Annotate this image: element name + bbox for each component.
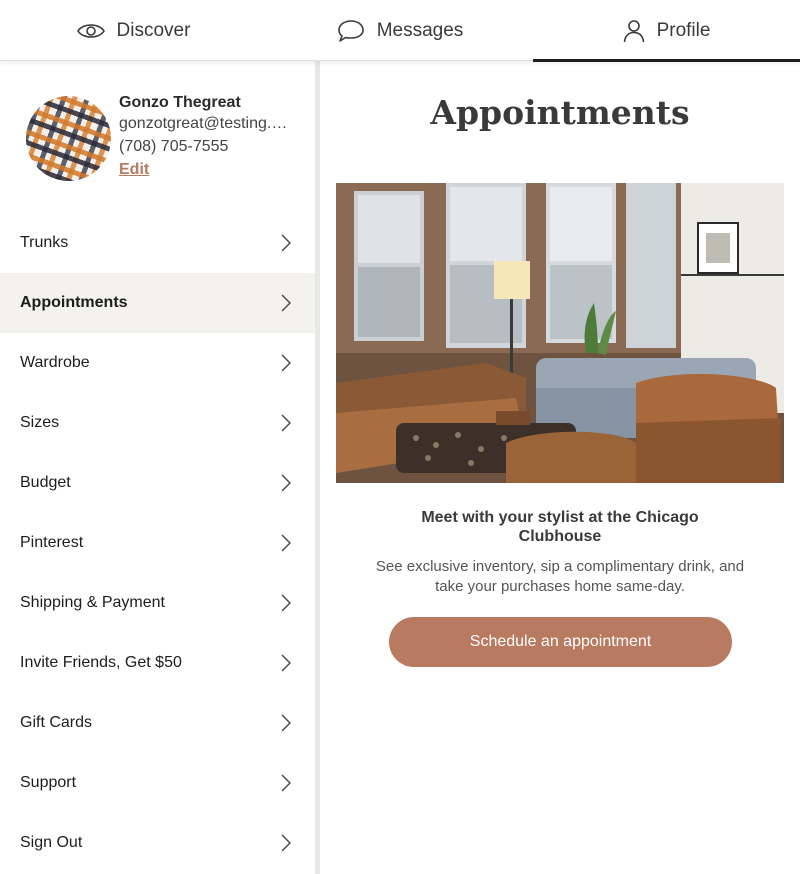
chevron-right-icon — [281, 294, 291, 312]
sidebar-item-gift-cards[interactable]: Gift Cards — [0, 693, 315, 753]
chevron-right-icon — [281, 654, 291, 672]
sidebar-item-wardrobe[interactable]: Wardrobe — [0, 333, 315, 393]
tab-profile[interactable]: Profile — [533, 0, 800, 62]
sidebar-item-label: Sign Out — [20, 834, 83, 851]
tab-discover[interactable]: Discover — [0, 0, 267, 61]
tab-profile-label: Profile — [656, 19, 711, 41]
tab-messages-label: Messages — [376, 19, 464, 41]
sidebar-item-appointments[interactable]: Appointments — [0, 273, 315, 333]
eye-icon — [76, 22, 105, 40]
profile-sidebar: Gonzo Thegreat gonzotgreat@testing.com (… — [0, 61, 315, 874]
chevron-right-icon — [281, 414, 291, 432]
top-navigation: Discover Messages Profile — [0, 0, 800, 62]
profile-summary: Gonzo Thegreat gonzotgreat@testing.com (… — [0, 61, 315, 211]
sidebar-item-label: Wardrobe — [20, 354, 90, 371]
sidebar-item-label: Shipping & Payment — [20, 594, 165, 611]
edit-profile-link[interactable]: Edit — [119, 161, 149, 179]
sidebar-item-label: Trunks — [20, 234, 69, 251]
sidebar-item-sign-out[interactable]: Sign Out — [0, 813, 315, 873]
clubhouse-headline: Meet with your stylist at the Chicago Cl… — [421, 509, 699, 545]
sidebar-item-budget[interactable]: Budget — [0, 453, 315, 513]
clubhouse-description: See exclusive inventory, sip a complimen… — [375, 558, 745, 595]
sidebar-item-label: Support — [20, 774, 77, 791]
chevron-right-icon — [281, 474, 291, 492]
sidebar-item-pinterest[interactable]: Pinterest — [0, 513, 315, 573]
clubhouse-photo — [336, 183, 784, 483]
sidebar-item-support[interactable]: Support — [0, 753, 315, 813]
profile-email: gonzotgreat@testing.com — [119, 115, 294, 132]
sidebar-item-invite-friends[interactable]: Invite Friends, Get $50 — [0, 633, 315, 693]
page-title: Appointments — [430, 93, 690, 132]
tab-discover-label: Discover — [116, 19, 191, 41]
sidebar-item-sizes[interactable]: Sizes — [0, 393, 315, 453]
profile-phone: (708) 705-7555 — [119, 138, 229, 155]
tab-messages[interactable]: Messages — [267, 0, 533, 61]
chevron-right-icon — [281, 354, 291, 372]
avatar — [14, 84, 123, 193]
chevron-right-icon — [281, 534, 291, 552]
profile-menu: Trunks Appointments Wardrobe Sizes Budge… — [0, 213, 315, 873]
sidebar-item-label: Sizes — [20, 414, 60, 431]
chevron-right-icon — [281, 774, 291, 792]
chat-bubble-icon — [337, 19, 365, 43]
sidebar-item-shipping-payment[interactable]: Shipping & Payment — [0, 573, 315, 633]
chevron-right-icon — [281, 594, 291, 612]
sidebar-item-label: Appointments — [20, 294, 128, 311]
sidebar-item-trunks[interactable]: Trunks — [0, 213, 315, 273]
chevron-right-icon — [281, 234, 291, 252]
appointments-panel: Appointments Meet with your stylist at t… — [320, 61, 800, 874]
chevron-right-icon — [281, 714, 291, 732]
user-icon — [623, 19, 645, 43]
sidebar-item-label: Invite Friends, Get $50 — [20, 654, 182, 671]
sidebar-item-label: Gift Cards — [20, 714, 93, 731]
schedule-appointment-button[interactable]: Schedule an appointment — [389, 617, 732, 667]
sidebar-item-label: Budget — [20, 474, 71, 491]
profile-name: Gonzo Thegreat — [119, 94, 241, 111]
chevron-right-icon — [281, 834, 291, 852]
sidebar-item-label: Pinterest — [20, 534, 84, 551]
